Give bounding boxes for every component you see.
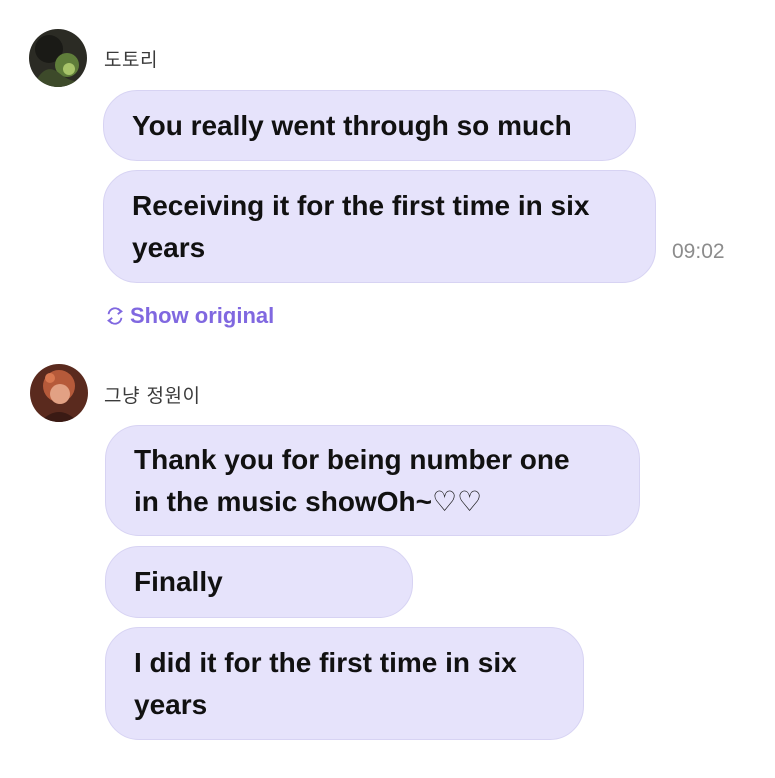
message-timestamp: 09:02 [672, 240, 725, 263]
message-bubble[interactable]: I did it for the first time in six years [105, 627, 584, 740]
show-original-label: Show original [130, 303, 275, 328]
profile-photo-icon [30, 364, 88, 422]
message-bubble[interactable]: Receiving it for the first time in six y… [103, 170, 656, 283]
sender-avatar[interactable] [30, 364, 88, 422]
sender-name: 그냥 정원이 [104, 385, 201, 407]
message-bubble[interactable]: Finally [105, 546, 413, 618]
translate-icon [107, 307, 123, 325]
sender-name: 도토리 [104, 49, 158, 71]
profile-photo-icon [29, 29, 87, 87]
sender-avatar[interactable] [29, 29, 87, 87]
message-bubble[interactable]: You really went through so much [103, 90, 636, 161]
show-original-link[interactable]: Show original [104, 300, 274, 332]
message-bubble[interactable]: Thank you for being number one in the mu… [105, 425, 640, 536]
